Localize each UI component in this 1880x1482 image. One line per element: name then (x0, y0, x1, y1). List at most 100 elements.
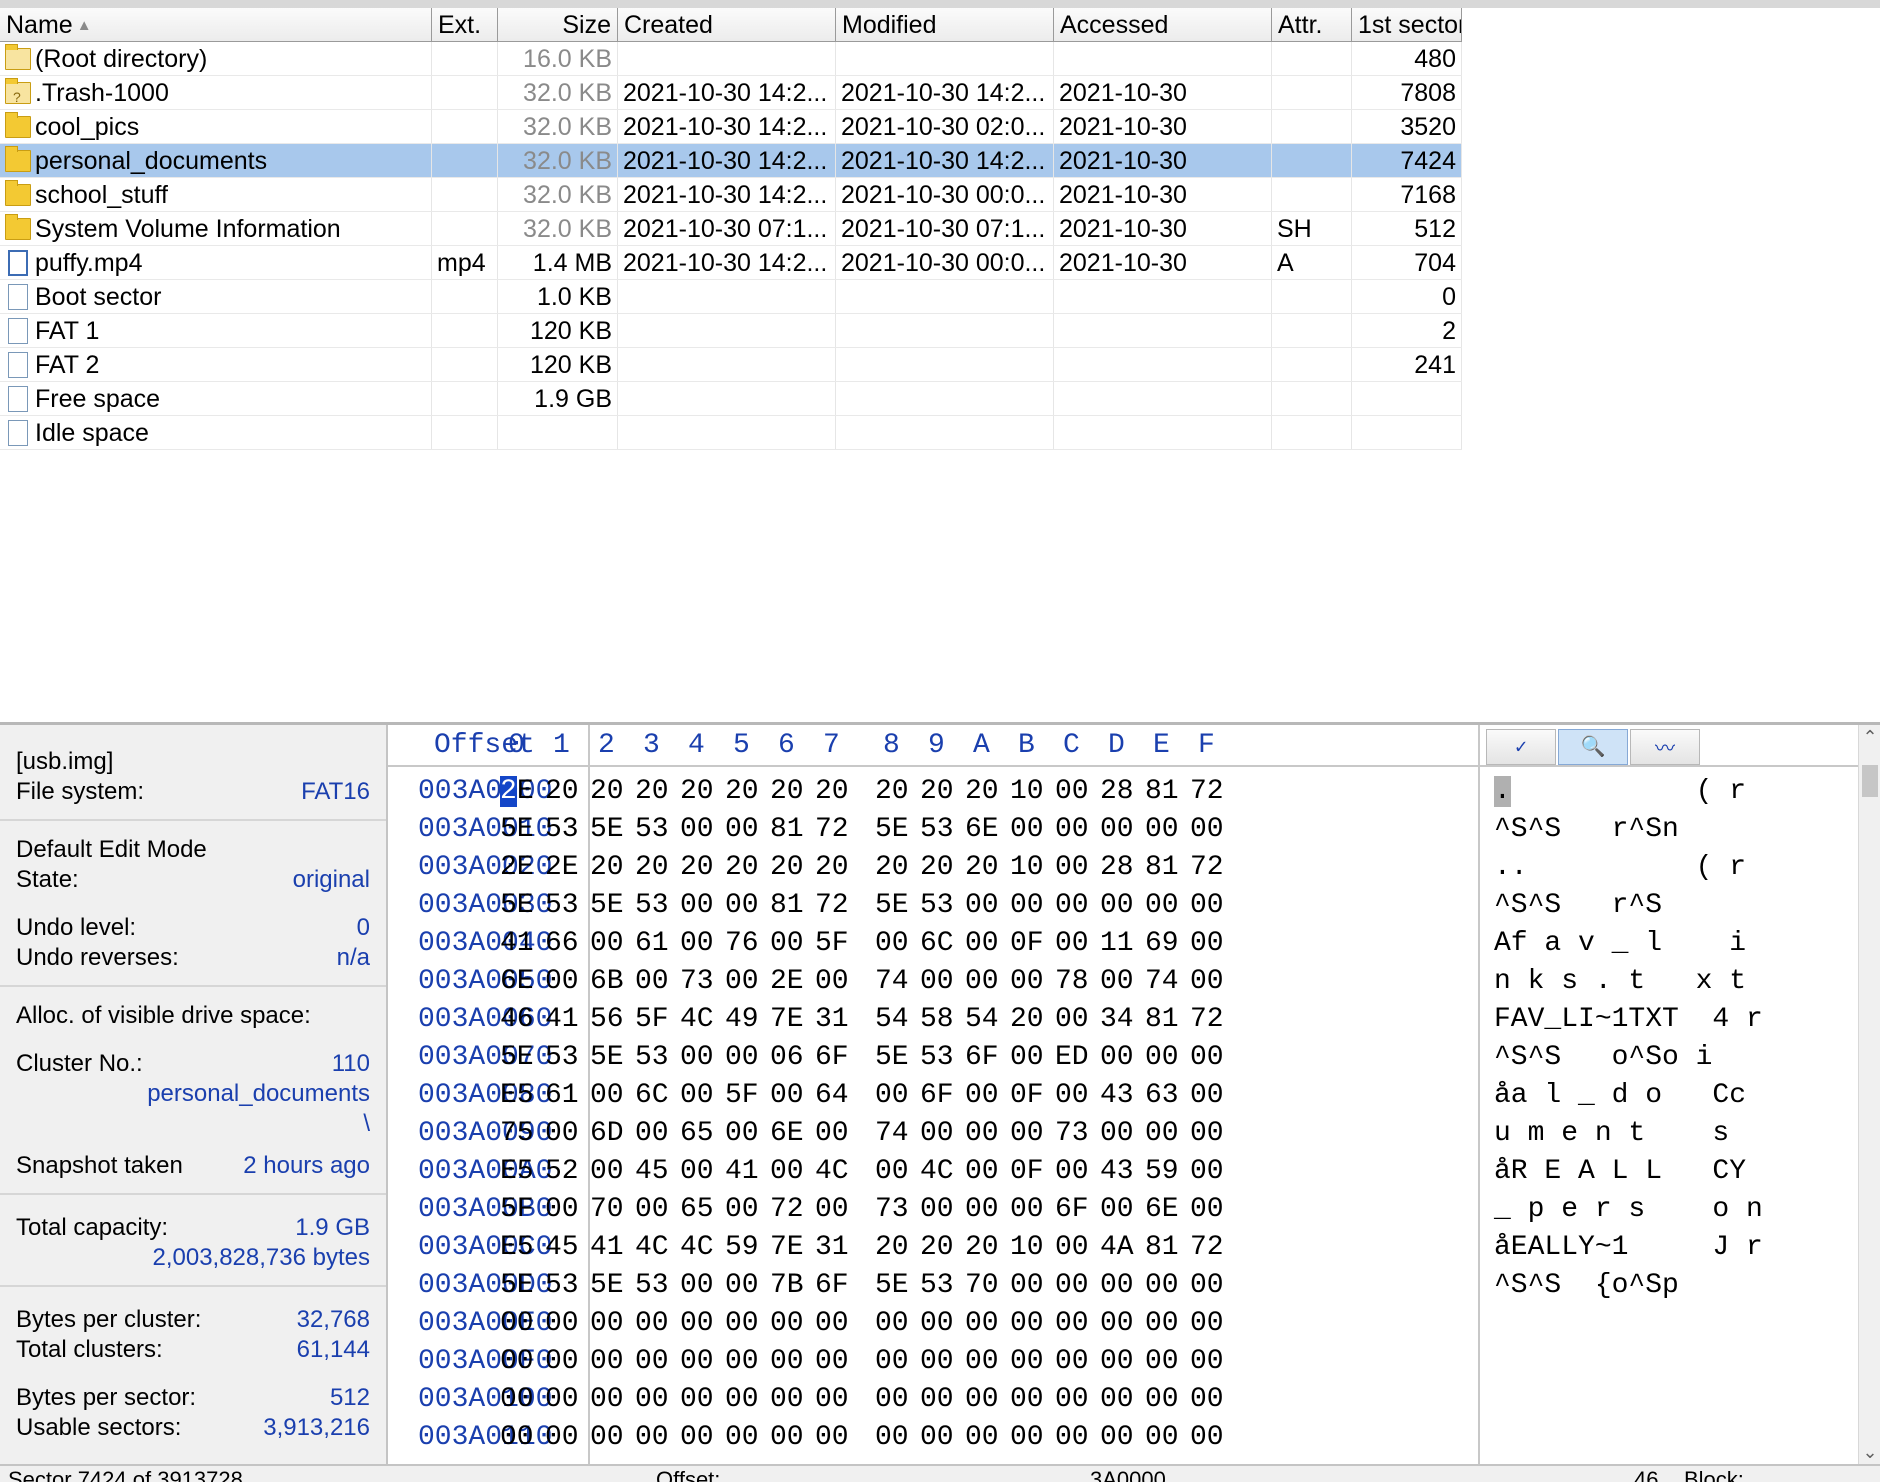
hex-byte[interactable]: 6F (1055, 1191, 1089, 1229)
hex-byte[interactable]: 2E (770, 963, 804, 1001)
hex-text[interactable]: åa l _ d o Cc (1494, 1077, 1746, 1115)
hex-byte[interactable]: 00 (965, 1191, 999, 1229)
hex-byte[interactable]: 00 (965, 1381, 999, 1419)
hex-byte[interactable]: 5F (725, 1077, 759, 1115)
hex-byte[interactable]: 00 (1190, 1153, 1224, 1191)
hex-byte[interactable]: 00 (965, 887, 999, 925)
hex-byte[interactable]: 00 (875, 1077, 909, 1115)
hex-byte[interactable]: 65 (680, 1191, 714, 1229)
hex-row[interactable]: 003A00C0 E5 45 41 4C 4C 59 7E 31 20 20 20 10 00 4A 81 72… (388, 1229, 1858, 1267)
hex-byte[interactable]: 00 (725, 1381, 759, 1419)
hex-byte[interactable]: 00 (875, 1419, 909, 1457)
hex-byte[interactable]: 00 (815, 1115, 849, 1153)
hex-byte[interactable]: 2E (500, 773, 534, 811)
hex-byte[interactable]: 06 (770, 1039, 804, 1077)
hex-byte[interactable]: 00 (770, 1381, 804, 1419)
file-row[interactable]: FAT 1 120 KB 2 (0, 314, 1462, 348)
hex-byte[interactable]: 00 (1100, 887, 1134, 925)
hex-byte[interactable]: 5E (590, 811, 624, 849)
hex-byte[interactable]: 00 (1010, 1191, 1044, 1229)
hex-byte[interactable]: 00 (725, 963, 759, 1001)
hex-byte[interactable]: 00 (500, 1343, 534, 1381)
hex-byte[interactable]: 00 (725, 1305, 759, 1343)
hex-byte[interactable]: 00 (920, 963, 954, 1001)
hex-byte[interactable]: 00 (875, 925, 909, 963)
hex-text[interactable]: ^S^S r^Sn (1494, 811, 1679, 849)
column-header-ext[interactable]: Ext. (432, 8, 498, 42)
hex-byte[interactable]: 0F (1010, 1077, 1044, 1115)
hex-byte[interactable]: 20 (770, 773, 804, 811)
hex-text[interactable]: ^S^S {o^Sp (1494, 1267, 1679, 1305)
hex-byte[interactable]: 00 (1145, 811, 1179, 849)
hex-byte[interactable]: 31 (815, 1001, 849, 1039)
hex-byte[interactable]: 00 (1055, 925, 1089, 963)
hex-byte[interactable]: 00 (680, 887, 714, 925)
hex-byte[interactable]: 00 (590, 1343, 624, 1381)
hex-byte[interactable]: 00 (875, 1153, 909, 1191)
hex-byte[interactable]: 00 (1010, 887, 1044, 925)
hex-byte[interactable]: 5E (500, 887, 534, 925)
hex-byte[interactable]: 00 (1055, 1343, 1089, 1381)
hex-byte[interactable]: 41 (545, 1001, 579, 1039)
hex-byte[interactable]: 58 (920, 1001, 954, 1039)
hex-byte[interactable]: 7B (770, 1267, 804, 1305)
hex-byte[interactable]: 20 (590, 773, 624, 811)
hex-byte[interactable]: 00 (965, 1419, 999, 1457)
hex-row[interactable]: 003A00D0 5E 53 5E 53 00 00 7B 6F 5E 53 70 00 00 00 00 00… (388, 1267, 1858, 1305)
hex-byte[interactable]: 00 (590, 1419, 624, 1457)
hex-byte[interactable]: 54 (965, 1001, 999, 1039)
hex-row[interactable]: 003A00B0 5F 00 70 00 65 00 72 00 73 00 00 00 6F 00 6E 00… (388, 1191, 1858, 1229)
hex-byte[interactable]: 00 (1190, 887, 1224, 925)
hex-byte[interactable]: 00 (1145, 1039, 1179, 1077)
hex-byte[interactable]: 00 (815, 1305, 849, 1343)
hex-byte[interactable]: 81 (770, 887, 804, 925)
hex-byte[interactable]: 53 (545, 1267, 579, 1305)
hex-byte[interactable]: 00 (545, 1115, 579, 1153)
column-header-modified[interactable]: Modified (836, 8, 1054, 42)
hex-byte[interactable]: 00 (770, 1419, 804, 1457)
hex-byte[interactable]: 00 (680, 925, 714, 963)
hex-byte[interactable]: 00 (920, 1343, 954, 1381)
hex-byte[interactable]: 00 (725, 1267, 759, 1305)
scroll-thumb[interactable] (1862, 765, 1878, 797)
hex-byte[interactable]: 00 (545, 1191, 579, 1229)
hex-byte[interactable]: 5F (635, 1001, 669, 1039)
hex-row[interactable]: 003A0090 75 00 6D 00 65 00 6E 00 74 00 00 00 73 00 00 00… (388, 1115, 1858, 1153)
hex-byte[interactable]: 20 (635, 773, 669, 811)
hex-byte[interactable]: 53 (920, 887, 954, 925)
hex-text[interactable]: .. ( r (1494, 849, 1746, 887)
hex-byte[interactable]: 00 (1100, 1381, 1134, 1419)
hex-byte[interactable]: 00 (1145, 1419, 1179, 1457)
hex-byte[interactable]: 00 (1055, 811, 1089, 849)
hex-byte[interactable]: 00 (725, 1039, 759, 1077)
hex-byte[interactable]: 72 (1190, 1229, 1224, 1267)
hex-row[interactable]: 003A0030 5E 53 5E 53 00 00 81 72 5E 53 00 00 00 00 00 00… (388, 887, 1858, 925)
hex-byte[interactable]: 4C (635, 1229, 669, 1267)
hex-text[interactable]: ^S^S o^So i (1494, 1039, 1712, 1077)
file-row[interactable]: FAT 2 120 KB 241 (0, 348, 1462, 382)
hex-byte[interactable]: 00 (770, 1305, 804, 1343)
hex-byte[interactable]: 00 (635, 1381, 669, 1419)
column-header-created[interactable]: Created (618, 8, 836, 42)
hex-byte[interactable]: 00 (815, 1191, 849, 1229)
hex-byte[interactable]: 00 (920, 1115, 954, 1153)
hex-byte[interactable]: 00 (1190, 1267, 1224, 1305)
hex-byte[interactable]: 00 (1190, 1381, 1224, 1419)
hex-byte[interactable]: 00 (815, 1419, 849, 1457)
scroll-down-icon[interactable]: ⌄ (1859, 1442, 1880, 1463)
hex-byte[interactable]: 5E (590, 887, 624, 925)
hex-byte[interactable]: 00 (1100, 1039, 1134, 1077)
hex-byte[interactable]: 00 (1055, 1001, 1089, 1039)
hex-byte[interactable]: 6F (965, 1039, 999, 1077)
hex-byte[interactable]: 6C (920, 925, 954, 963)
hex-text[interactable]: n k s . t x t (1494, 963, 1746, 1001)
hex-byte[interactable]: 20 (725, 773, 759, 811)
hex-byte[interactable]: 59 (725, 1229, 759, 1267)
hex-byte[interactable]: 73 (680, 963, 714, 1001)
hex-byte[interactable]: 00 (1145, 1343, 1179, 1381)
hex-byte[interactable]: 56 (590, 1001, 624, 1039)
hex-byte[interactable]: 00 (1145, 1267, 1179, 1305)
hex-row[interactable]: 003A0070 5E 53 5E 53 00 00 06 6F 5E 53 6F 00 ED 00 00 00… (388, 1039, 1858, 1077)
hex-byte[interactable]: 00 (1010, 811, 1044, 849)
hex-byte[interactable]: 00 (875, 1343, 909, 1381)
